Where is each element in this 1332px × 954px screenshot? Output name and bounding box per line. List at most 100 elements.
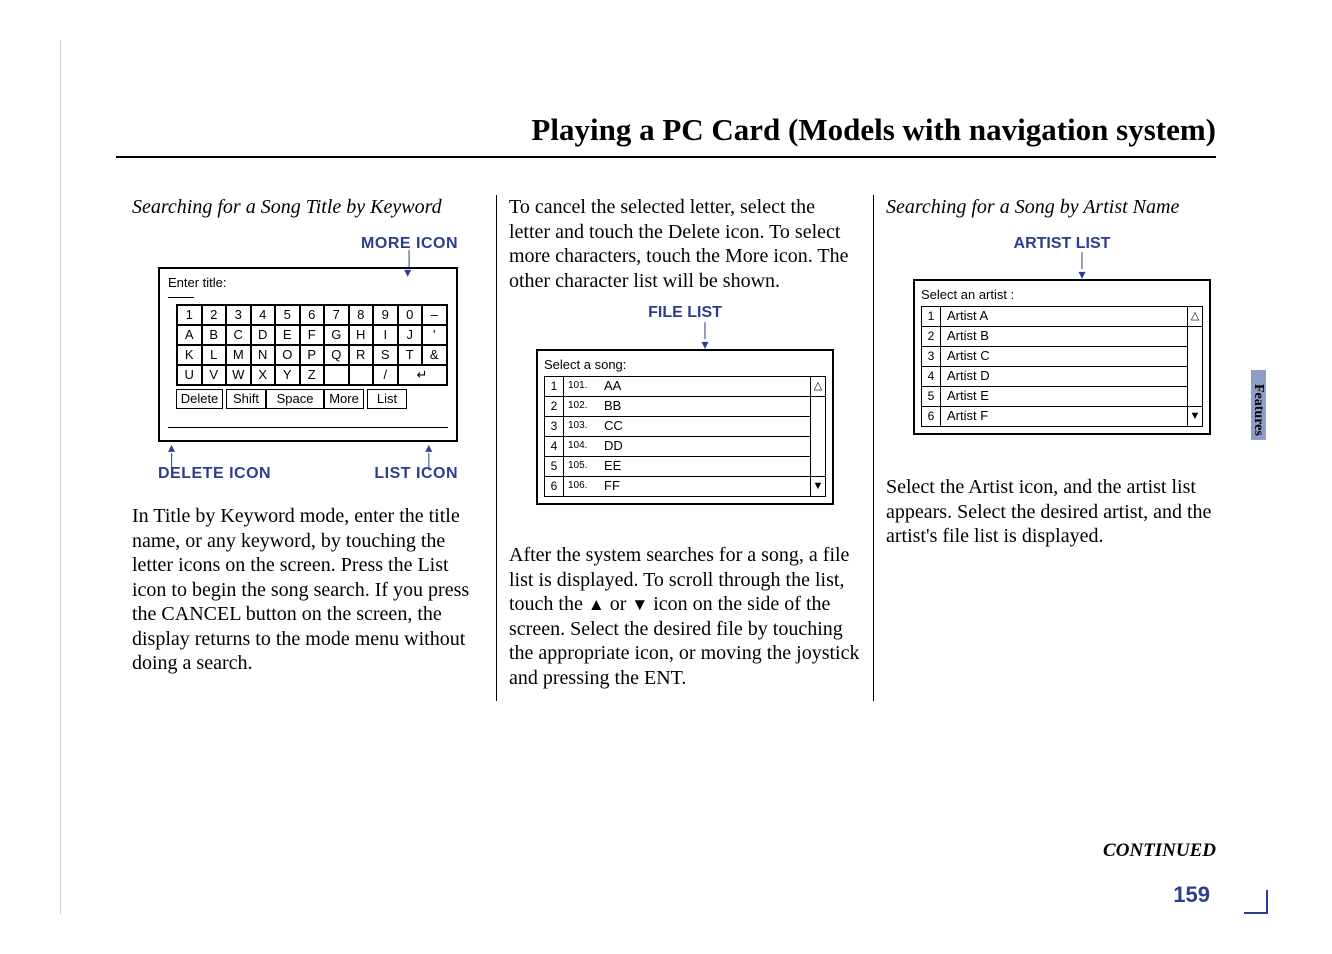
list-item[interactable]: 4104.DD — [544, 436, 811, 457]
artist-name: Artist F — [941, 407, 1187, 426]
scroll-track[interactable] — [810, 396, 826, 477]
key-z[interactable]: Z — [300, 365, 325, 385]
list-index: 1 — [545, 377, 564, 396]
select-artist-label: Select an artist : — [921, 287, 1203, 303]
key-p[interactable]: P — [300, 345, 325, 365]
list-index: 6 — [922, 407, 941, 426]
col1-paragraph: In Title by Keyword mode, enter the titl… — [132, 504, 484, 676]
key-o[interactable]: O — [275, 345, 300, 365]
key-u[interactable]: U — [177, 365, 202, 385]
scroll-up-button[interactable]: △ — [810, 376, 826, 397]
key-m[interactable]: M — [226, 345, 251, 365]
key-d[interactable]: D — [251, 325, 276, 345]
list-item[interactable]: 5Artist E — [921, 386, 1188, 407]
key-enter[interactable]: ↵ — [398, 365, 447, 385]
key-y[interactable]: Y — [275, 365, 300, 385]
song-name: BB — [598, 397, 810, 416]
list-item[interactable]: 1Artist A — [921, 306, 1188, 327]
key-5[interactable]: 5 — [275, 305, 300, 325]
key-b[interactable]: B — [202, 325, 227, 345]
key-7[interactable]: 7 — [324, 305, 349, 325]
col2-para1: To cancel the selected letter, select th… — [509, 195, 861, 293]
artist-name: Artist C — [941, 347, 1187, 366]
delete-icon-label: DELETE ICON — [158, 464, 271, 484]
more-button[interactable]: More — [324, 389, 364, 409]
key-2[interactable]: 2 — [202, 305, 227, 325]
key-h[interactable]: H — [349, 325, 374, 345]
scroll-track[interactable] — [1187, 326, 1203, 407]
key-4[interactable]: 4 — [251, 305, 276, 325]
track-number: 102. — [564, 397, 598, 416]
song-name: CC — [598, 417, 810, 436]
artist-list-label: ARTIST LIST — [913, 234, 1211, 254]
enter-title-label: Enter title: — [168, 275, 448, 291]
artist-list-screenshot: Select an artist : 1Artist A2Artist B3Ar… — [913, 279, 1211, 435]
space-button[interactable]: Space — [266, 389, 324, 409]
list-item[interactable]: 6106.FF — [544, 476, 811, 497]
list-item[interactable]: 4Artist D — [921, 366, 1188, 387]
artist-name: Artist A — [941, 307, 1187, 326]
scroll-down-button[interactable]: ▼ — [1187, 406, 1203, 427]
artist-name: Artist D — [941, 367, 1187, 386]
key-w[interactable]: W — [226, 365, 251, 385]
list-item[interactable]: 2Artist B — [921, 326, 1188, 347]
up-triangle-icon: ▲ — [588, 595, 605, 614]
key-slash[interactable]: / — [373, 365, 398, 385]
list-index: 4 — [922, 367, 941, 386]
key-6[interactable]: 6 — [300, 305, 325, 325]
section-tab: Features — [1251, 370, 1266, 440]
key-g[interactable]: G — [324, 325, 349, 345]
key-i[interactable]: I — [373, 325, 398, 345]
list-index: 2 — [545, 397, 564, 416]
key-c[interactable]: C — [226, 325, 251, 345]
key-3[interactable]: 3 — [226, 305, 251, 325]
delete-button[interactable]: Delete — [176, 389, 223, 409]
list-item[interactable]: 2102.BB — [544, 396, 811, 417]
shift-button[interactable]: Shift — [226, 389, 266, 409]
key-s[interactable]: S — [373, 345, 398, 365]
page-title: Playing a PC Card (Models with navigatio… — [531, 112, 1216, 148]
key-l[interactable]: L — [202, 345, 227, 365]
key-–[interactable]: – — [422, 305, 447, 325]
cancel-tab[interactable] — [168, 417, 448, 428]
key-0[interactable]: 0 — [398, 305, 423, 325]
key-k[interactable]: K — [177, 345, 202, 365]
title-input-underline[interactable] — [168, 293, 194, 298]
list-button[interactable]: List — [367, 389, 407, 409]
page-edge — [60, 40, 61, 914]
list-item[interactable]: 1101.AA — [544, 376, 811, 397]
list-item[interactable]: 5105.EE — [544, 456, 811, 477]
list-index: 6 — [545, 477, 564, 496]
key-a[interactable]: A — [177, 325, 202, 345]
scroll-down-button[interactable]: ▼ — [810, 476, 826, 497]
more-icon-label: MORE ICON — [158, 234, 458, 254]
list-icon-label: LIST ICON — [374, 464, 458, 484]
list-index: 3 — [922, 347, 941, 366]
key-'[interactable]: ' — [422, 325, 447, 345]
list-index: 4 — [545, 437, 564, 456]
key-f[interactable]: F — [300, 325, 325, 345]
list-item[interactable]: 3103.CC — [544, 416, 811, 437]
key-r[interactable]: R — [349, 345, 374, 365]
key-8[interactable]: 8 — [349, 305, 374, 325]
key-v[interactable]: V — [202, 365, 227, 385]
list-item[interactable]: 3Artist C — [921, 346, 1188, 367]
key-9[interactable]: 9 — [373, 305, 398, 325]
scroll-up-button[interactable]: △ — [1187, 306, 1203, 327]
key-blank — [349, 365, 374, 385]
key-n[interactable]: N — [251, 345, 276, 365]
down-triangle-icon: ▼ — [631, 595, 648, 614]
artist-name: Artist B — [941, 327, 1187, 346]
key-e[interactable]: E — [275, 325, 300, 345]
key-1[interactable]: 1 — [177, 305, 202, 325]
key-&[interactable]: & — [422, 345, 447, 365]
key-q[interactable]: Q — [324, 345, 349, 365]
track-number: 106. — [564, 477, 598, 496]
list-item[interactable]: 6Artist F — [921, 406, 1188, 427]
key-j[interactable]: J — [398, 325, 423, 345]
section-tab-label: Features — [1250, 384, 1266, 436]
key-x[interactable]: X — [251, 365, 276, 385]
song-name: DD — [598, 437, 810, 456]
key-blank — [324, 365, 349, 385]
key-t[interactable]: T — [398, 345, 423, 365]
